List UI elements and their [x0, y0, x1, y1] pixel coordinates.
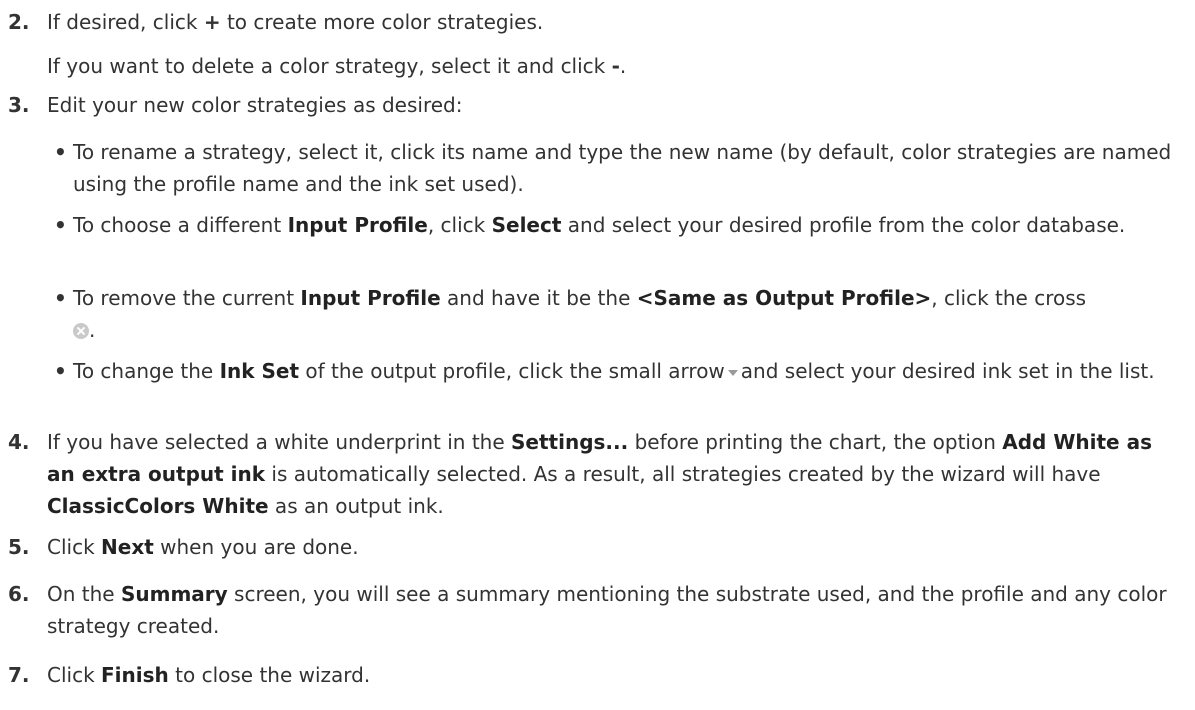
step-number: 7. — [8, 663, 30, 687]
bullet-text: To change the Ink Set of the output prof… — [73, 359, 1155, 383]
step-number: 3. — [8, 93, 30, 117]
minus-symbol: - — [611, 54, 620, 78]
bullet-ink-set: • To change the Ink Set of the output pr… — [54, 355, 1175, 387]
step-number: 6. — [8, 582, 30, 606]
bullet-dot: • — [54, 213, 67, 237]
bullet-dot: • — [54, 286, 67, 310]
step-note-text: If you want to delete a color strategy, … — [47, 54, 627, 78]
step-text: Edit your new color strategies as desire… — [47, 93, 463, 117]
small-dropdown-arrow-icon — [727, 370, 738, 376]
step-2: 2. If desired, click + to create more co… — [8, 6, 1175, 38]
bullet-text: To rename a strategy, select it, click i… — [73, 140, 1172, 196]
bullet-input-profile: • To choose a different Input Profile, c… — [54, 209, 1175, 241]
step-number: 4. — [8, 430, 30, 454]
step-4: 4. If you have selected a white underpri… — [8, 426, 1175, 522]
step-2-note: If you want to delete a color strategy, … — [8, 50, 1175, 82]
cross-circle-icon — [73, 323, 89, 339]
bullet-remove-profile: • To remove the current Input Profile an… — [54, 282, 1175, 346]
step-number: 5. — [8, 535, 30, 559]
bullet-dot: • — [54, 140, 67, 164]
plus-symbol: + — [203, 10, 221, 34]
step-text: If desired, click + to create more color… — [47, 10, 544, 34]
bullet-text: To choose a different Input Profile, cli… — [73, 213, 1126, 237]
step-7: 7. Click Finish to close the wizard. — [8, 659, 1175, 691]
step-5: 5. Click Next when you are done. — [8, 531, 1175, 563]
bullet-rename: • To rename a strategy, select it, click… — [54, 136, 1175, 200]
step-text: On the Summary screen, you will see a su… — [47, 582, 1167, 638]
step-text: Click Next when you are done. — [47, 535, 359, 559]
step-6: 6. On the Summary screen, you will see a… — [8, 578, 1175, 642]
step-text: Click Finish to close the wizard. — [47, 663, 371, 687]
bullet-dot: • — [54, 359, 67, 383]
document-page: 2. If desired, click + to create more co… — [0, 0, 1195, 710]
step-3: 3. Edit your new color strategies as des… — [8, 89, 1175, 121]
step-number: 2. — [8, 10, 30, 34]
step-text: If you have selected a white underprint … — [47, 430, 1152, 518]
bullet-text: To remove the current Input Profile and … — [73, 286, 1087, 342]
